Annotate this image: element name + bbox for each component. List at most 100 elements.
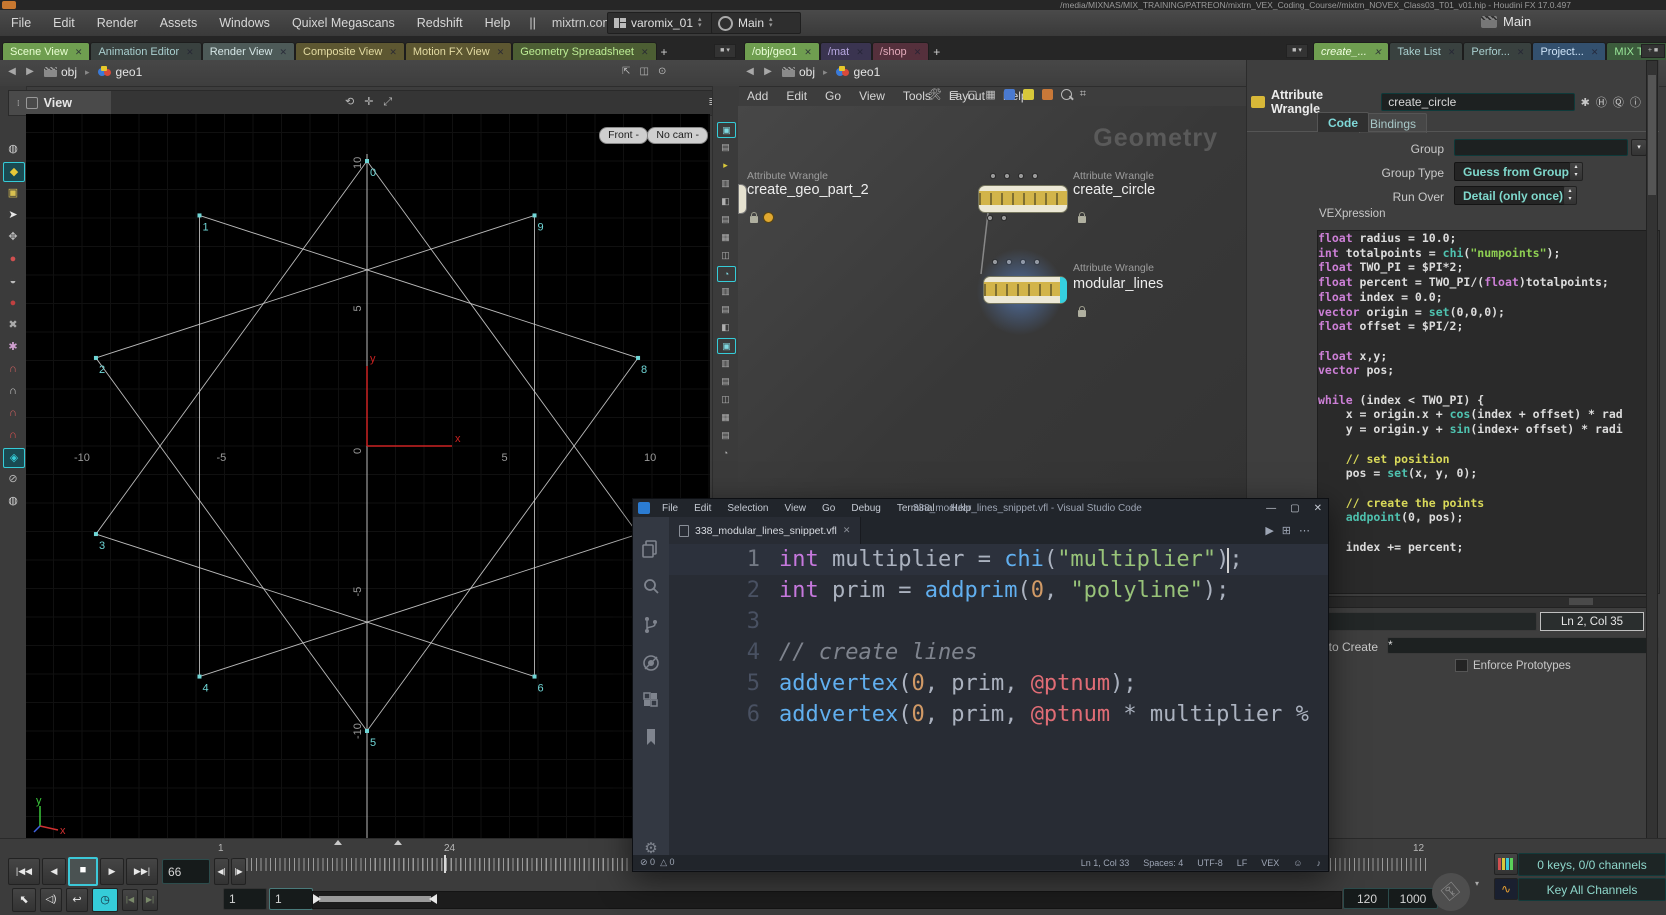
range-in-field[interactable]: 1	[269, 888, 313, 910]
splitter-grip[interactable]	[334, 840, 342, 845]
enforce-prototypes-checkbox[interactable]	[1455, 659, 1468, 672]
node-name-field[interactable]: create_circle	[1381, 93, 1574, 111]
pane-menu-button[interactable]: ■ ▾	[714, 44, 736, 58]
vscode-menu-view[interactable]: View	[777, 503, 815, 514]
pane-menu-button[interactable]: ■ ▾	[1286, 44, 1308, 58]
shading-selector[interactable]: Main ▴▾	[711, 12, 801, 34]
link-icon[interactable]: ⊙	[654, 64, 670, 80]
minimize-icon[interactable]: —	[1266, 503, 1276, 514]
close-tab-icon[interactable]: ✕	[856, 47, 864, 58]
display-option-icon[interactable]: ◫	[717, 392, 734, 406]
shelf-tool-icon[interactable]: ◍	[3, 492, 23, 510]
network-menu-go[interactable]: Go	[816, 89, 850, 103]
node-name-label[interactable]: modular_lines	[1073, 276, 1163, 292]
close-tab-icon[interactable]: ✕	[497, 47, 505, 58]
shelf-tool-icon[interactable]: ✥	[3, 228, 23, 246]
close-tab-icon[interactable]: ✕	[186, 47, 194, 58]
view-mode-badge[interactable]: Front -	[599, 127, 648, 144]
tab-geometry-spreadsheet[interactable]: Geometry Spreadsheet✕	[512, 42, 656, 61]
tab-close-icon[interactable]: ✕	[843, 525, 851, 536]
vex-hscrollbar[interactable]	[1317, 596, 1649, 608]
display-option-icon[interactable]: ▤	[717, 140, 734, 154]
range-out-field[interactable]: 120	[1343, 888, 1391, 909]
close-tab-icon[interactable]: ✕	[279, 47, 287, 58]
network-toolbar-icons[interactable]: 🛠≣▢▦ ⌗	[928, 88, 1086, 101]
display-option-icon[interactable]: ▥	[717, 284, 734, 298]
range-handle-right[interactable]	[429, 894, 437, 904]
display-option-icon[interactable]: ▤	[717, 302, 734, 316]
vscode-window[interactable]: FileEditSelectionViewGoDebugTerminalHelp…	[632, 498, 1329, 872]
shelf-tool-icon[interactable]: ◒	[3, 272, 23, 290]
add-tab-button[interactable]: +	[661, 45, 668, 59]
notifications-icon[interactable]: ♪	[1310, 858, 1329, 868]
attributes-to-create-input[interactable]: *	[1387, 637, 1659, 654]
spinner-icon[interactable]: ▴▾	[1569, 162, 1583, 181]
tab-project-[interactable]: Project...✕	[1532, 42, 1606, 61]
network-menu-edit[interactable]: Edit	[777, 89, 816, 103]
network-menu-view[interactable]: View	[850, 89, 894, 103]
node-modular-lines[interactable]	[983, 276, 1067, 304]
status-item[interactable]: VEX	[1254, 858, 1286, 868]
vexpression-editor[interactable]: float radius = 10.0;int totalpoints = ch…	[1317, 230, 1649, 594]
vscode-menu-selection[interactable]: Selection	[719, 503, 776, 514]
tab--shop[interactable]: /shop✕	[872, 42, 929, 61]
node-name-label[interactable]: create_circle	[1073, 182, 1155, 198]
splitter-grip[interactable]	[394, 840, 402, 845]
node-name-label[interactable]: create_geo_part_2	[747, 182, 869, 198]
tab-code[interactable]: Code	[1317, 112, 1369, 132]
current-frame-field[interactable]: 66	[162, 859, 210, 884]
play-button[interactable]: ▶	[100, 858, 124, 885]
step-back-button[interactable]: ◀|	[214, 858, 229, 885]
display-option-icon[interactable]: ▸	[717, 158, 734, 172]
close-tab-icon[interactable]: ✕	[641, 47, 649, 58]
tab--obj-geo1[interactable]: /obj/geo1✕	[744, 42, 820, 61]
back-icon[interactable]: ◀	[4, 64, 20, 80]
shelf-tool-icon[interactable]: ▣	[3, 184, 23, 202]
status-item[interactable]: Spaces: 4	[1136, 858, 1190, 868]
group-input[interactable]	[1454, 139, 1628, 156]
play-reverse-button[interactable]: ◀	[42, 858, 66, 885]
vscode-menu-debug[interactable]: Debug	[843, 503, 888, 514]
network-canvas[interactable]: Geometry Attribute Wrangle create_geo_pa…	[738, 106, 1246, 498]
status-item[interactable]: LF	[1230, 858, 1255, 868]
close-tab-icon[interactable]: ✕	[1591, 47, 1599, 58]
menu-edit[interactable]: Edit	[42, 16, 86, 30]
realtime-toggle-icon[interactable]: ◷	[92, 888, 118, 912]
spinner-icon[interactable]: ▴▾	[1563, 186, 1577, 205]
shelf-tool-icon[interactable]: ◍	[3, 140, 23, 158]
camera-badge[interactable]: No cam -	[647, 127, 708, 144]
scoped-channels-icon[interactable]: ∿	[1494, 878, 1518, 900]
range-handle-left[interactable]	[313, 894, 321, 904]
breadcrumb-obj[interactable]: obj	[40, 65, 81, 79]
tab--mat[interactable]: /mat✕	[820, 42, 872, 61]
jump-start-button[interactable]: |◀◀	[8, 858, 40, 885]
close-tab-icon[interactable]: ✕	[75, 47, 83, 58]
extensions-icon[interactable]	[641, 691, 661, 711]
explorer-icon[interactable]	[641, 539, 661, 559]
status-item[interactable]: Ln 1, Col 33	[1074, 858, 1137, 868]
tab-take-list[interactable]: Take List✕	[1389, 42, 1463, 61]
shelf-tool-icon[interactable]: ⊘	[3, 470, 23, 488]
desktop-selector[interactable]: varomix_01 ▴▾	[607, 12, 717, 34]
close-tab-icon[interactable]: ✕	[804, 47, 812, 58]
close-tab-icon[interactable]: ✕	[1374, 47, 1382, 58]
source-control-icon[interactable]	[641, 615, 661, 635]
search-icon[interactable]	[641, 577, 661, 597]
shelf-tool-icon[interactable]: ∩	[3, 360, 23, 378]
export-icon[interactable]: ⇱	[618, 64, 634, 80]
keys-status[interactable]: 0 keys, 0/0 channels	[1518, 853, 1666, 876]
forward-icon[interactable]: ▶	[22, 64, 38, 80]
next-key-button[interactable]: ▶|	[142, 889, 158, 911]
shelf-tool-icon[interactable]: ∩	[3, 404, 23, 422]
tab-bindings[interactable]: Bindings	[1359, 113, 1427, 133]
range-slider-track[interactable]	[312, 891, 1342, 909]
tab-scene-view[interactable]: Scene View✕	[2, 42, 90, 61]
menu-assets[interactable]: Assets	[149, 16, 209, 30]
display-option-icon[interactable]: ▥	[717, 356, 734, 370]
display-option-icon[interactable]: ▣	[717, 122, 736, 138]
debug-icon[interactable]	[641, 653, 661, 673]
status-item[interactable]: UTF-8	[1190, 858, 1230, 868]
step-forward-button[interactable]: |▶	[231, 858, 246, 885]
timeline-ruler[interactable]	[218, 858, 630, 871]
key-all-channels-button[interactable]: Key All Channels	[1518, 878, 1666, 901]
